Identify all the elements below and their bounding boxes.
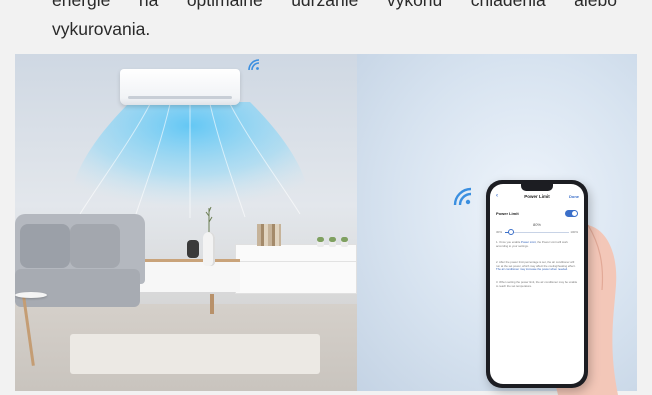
shelf-leg [210, 294, 214, 314]
ac-vent [128, 96, 232, 99]
sideboard-divider [236, 261, 356, 262]
description-line-1: energie na optimálne udržanie výkonu chl… [52, 0, 617, 10]
side-table [15, 292, 47, 298]
note-paragraph: 2. After the power limit percentage is s… [496, 260, 578, 272]
sideboard [235, 244, 357, 294]
plant-branch [205, 206, 213, 234]
note-text: . [567, 267, 568, 272]
phone-screen: ‹ Power Limit Done Power Limit 80% 30% 1… [490, 184, 584, 384]
plant-pots [315, 237, 351, 247]
slider-thumb[interactable] [508, 229, 515, 235]
description-text: energie na optimálne udržanie výkonu chl… [52, 0, 617, 54]
power-slider[interactable]: 30% 100% [496, 229, 578, 235]
power-limit-setting: Power Limit [496, 210, 578, 219]
slider-min-label: 30% [496, 230, 503, 234]
done-button[interactable]: Done [569, 194, 579, 199]
plant [329, 237, 336, 242]
sofa-seat [15, 269, 140, 307]
power-limit-toggle[interactable] [565, 210, 578, 217]
white-vase [203, 232, 215, 266]
sofa-cushion [20, 224, 70, 268]
toggle-knob [572, 211, 577, 216]
slider-track[interactable] [505, 232, 569, 233]
setting-label: Power Limit [496, 211, 519, 216]
slider-max-label: 100% [570, 230, 578, 234]
app-header: ‹ Power Limit Done [490, 193, 584, 203]
description-line-2: vykurovania. [52, 19, 151, 39]
wifi-icon [248, 59, 260, 71]
living-room-scene [15, 54, 357, 391]
note-highlight: The air conditioner may increase the pow… [496, 267, 568, 272]
books [257, 224, 281, 246]
note-text: 3. When setting the power limit, the air… [496, 280, 578, 288]
low-shelf [140, 259, 240, 292]
rug [70, 334, 320, 374]
dark-vase [187, 240, 199, 258]
cool-airflow-illustration [69, 102, 311, 220]
smartphone: ‹ Power Limit Done Power Limit 80% 30% 1… [486, 180, 588, 388]
plant [317, 237, 324, 242]
note-paragraph: 3. When setting the power limit, the air… [496, 280, 578, 288]
plant [341, 237, 348, 242]
phone-notch [521, 184, 553, 191]
note-paragraph: 1. Once you enable Power Limit, the Powe… [496, 240, 578, 248]
air-conditioner-unit [120, 69, 240, 105]
power-percent: 80% [532, 222, 541, 227]
sofa-cushion [70, 224, 120, 268]
